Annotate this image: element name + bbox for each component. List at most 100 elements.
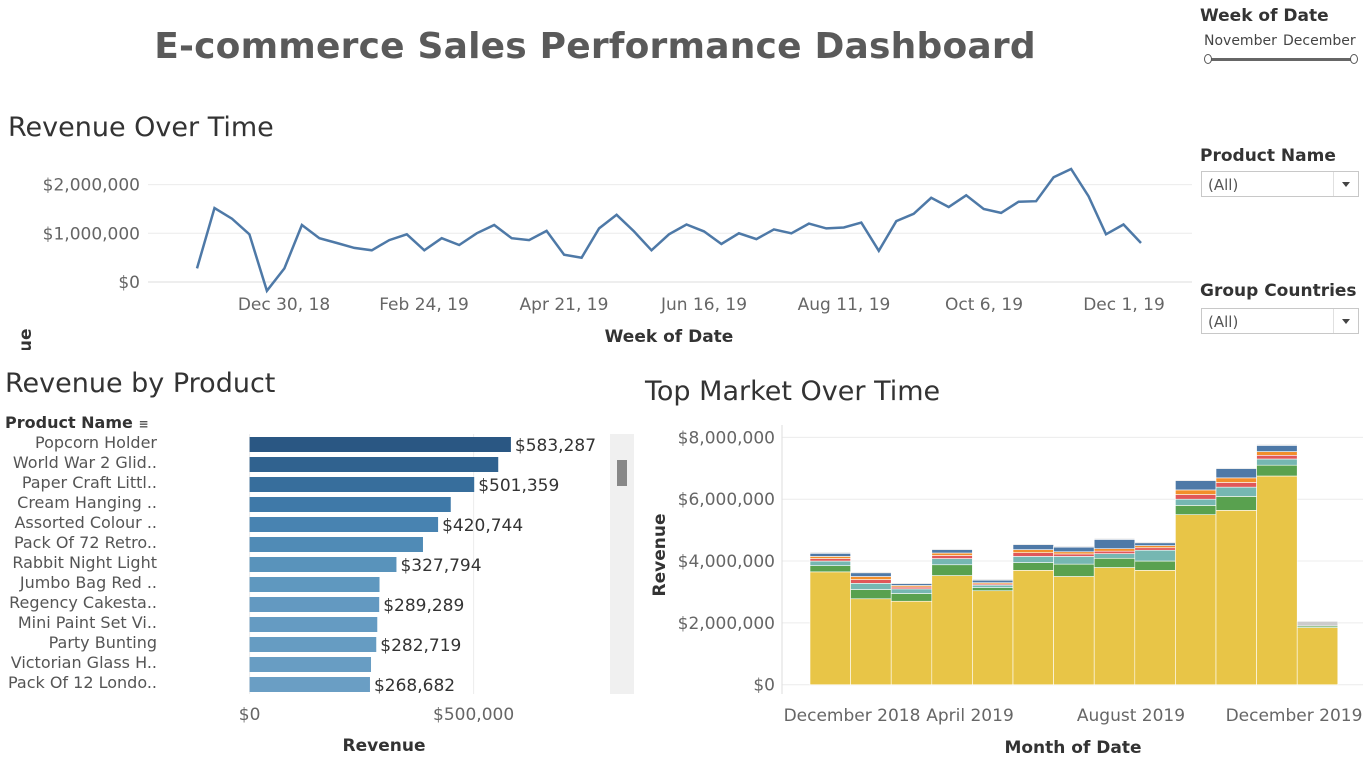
product-name-label[interactable]: Victorian Glass H.. (11, 653, 157, 672)
stack-bar-segment[interactable] (1012, 544, 1054, 550)
stack-bar-segment[interactable] (1215, 468, 1257, 479)
slider-end-handle[interactable] (1350, 54, 1358, 64)
product-bar[interactable] (249, 557, 397, 572)
stack-bar-segment[interactable] (1215, 467, 1257, 469)
stack-bar-segment[interactable] (1134, 542, 1176, 546)
stack-bar-segment[interactable] (890, 593, 933, 602)
stack-bar-segment[interactable] (931, 552, 973, 556)
product-bar[interactable] (249, 657, 372, 672)
product-bar[interactable] (249, 637, 377, 652)
stack-bar-segment[interactable] (1012, 552, 1054, 557)
stack-bar-segment[interactable] (1215, 510, 1257, 686)
revenue-over-time-chart[interactable]: $0 $1,000,000 $2,000,000 Dec 30, 18 Feb 24,… (0, 150, 1195, 350)
product-bar[interactable] (249, 517, 439, 532)
stack-bar-segment[interactable] (1215, 482, 1257, 488)
stack-bar-segment[interactable] (809, 552, 851, 554)
product-name-label[interactable]: Paper Craft Littl.. (22, 473, 157, 492)
stack-bar-segment[interactable] (972, 590, 1014, 686)
product-bar[interactable] (249, 457, 499, 472)
product-bar[interactable] (249, 597, 380, 612)
stack-bar-segment[interactable] (850, 571, 892, 574)
stack-bar-segment[interactable] (890, 582, 933, 584)
stack-bar-segment[interactable] (1012, 570, 1054, 686)
stack-bar-segment[interactable] (850, 589, 892, 600)
stack-bar-segment[interactable] (1093, 553, 1136, 559)
product-name-label[interactable]: Pack Of 12 Londo.. (8, 673, 157, 692)
stack-bar-segment[interactable] (1256, 444, 1298, 446)
product-bar[interactable] (249, 477, 475, 492)
product-name-label[interactable]: Rabbit Night Light (12, 553, 157, 572)
product-name-header[interactable]: Product Name ≡ (5, 413, 149, 432)
stack-bar-segment[interactable] (1256, 464, 1298, 477)
countries-filter-dropdown[interactable]: (All) (1201, 308, 1359, 334)
stack-bar-segment[interactable] (1012, 562, 1054, 571)
stack-bar-segment[interactable] (850, 598, 892, 686)
stack-bar-segment[interactable] (1093, 548, 1136, 552)
stack-bar-segment[interactable] (1175, 489, 1217, 495)
product-bar[interactable] (249, 437, 511, 452)
stack-bar-segment[interactable] (809, 553, 851, 557)
top-market-chart[interactable]: $0 $2,000,000 $4,000,000 $6,000,000 $8,000,0… (645, 420, 1365, 760)
week-range-slider[interactable] (1204, 54, 1358, 66)
stack-bar-segment[interactable] (1053, 563, 1095, 577)
stack-bar-segment[interactable] (1175, 505, 1217, 515)
stack-bar-segment[interactable] (1256, 455, 1298, 460)
stack-bar-segment[interactable] (972, 587, 1014, 592)
stack-bar-segment[interactable] (1296, 627, 1339, 686)
stack-bar-segment[interactable] (1256, 475, 1298, 686)
stack-bar-segment[interactable] (1296, 621, 1339, 627)
stack-bar-segment[interactable] (809, 556, 851, 559)
stack-bar-segment[interactable] (972, 579, 1014, 583)
stack-bar-segment[interactable] (972, 584, 1014, 588)
stack-bar-segment[interactable] (1134, 549, 1176, 562)
stack-bar-segment[interactable] (1053, 545, 1095, 548)
product-name-label[interactable]: Jumbo Bag Red .. (20, 573, 157, 592)
scrollbar-thumb[interactable] (617, 460, 627, 486)
stack-bar-segment[interactable] (1093, 538, 1136, 540)
stack-bar-segment[interactable] (850, 576, 892, 580)
stack-bar-segment[interactable] (890, 588, 933, 594)
product-bar[interactable] (249, 677, 370, 692)
product-name-label[interactable]: Popcorn Holder (35, 433, 157, 452)
stack-bar-segment[interactable] (1053, 553, 1095, 557)
stack-bar-segment[interactable] (1256, 458, 1298, 466)
stack-bar-segment[interactable] (1215, 486, 1257, 497)
stack-bar-segment[interactable] (931, 558, 973, 566)
stack-bar-segment[interactable] (1175, 494, 1217, 500)
stack-bar-segment[interactable] (1134, 547, 1176, 551)
stack-bar-segment[interactable] (890, 600, 933, 686)
product-name-label[interactable]: Cream Hanging .. (17, 493, 157, 512)
stack-bar-segment[interactable] (1053, 551, 1095, 555)
stack-bar-segment[interactable] (1134, 545, 1176, 549)
product-list-scrollbar[interactable] (610, 434, 634, 694)
stack-bar-segment[interactable] (850, 583, 892, 590)
stack-bar-segment[interactable] (1215, 496, 1257, 511)
stack-bar-segment[interactable] (850, 572, 892, 577)
stack-bar-segment[interactable] (1093, 550, 1136, 554)
stack-bar-segment[interactable] (1175, 498, 1217, 506)
stack-bar-segment[interactable] (1012, 549, 1054, 553)
stack-bar-segment[interactable] (809, 558, 851, 562)
product-name-label[interactable]: Mini Paint Set Vi.. (18, 613, 157, 632)
stack-bar-segment[interactable] (1012, 556, 1054, 563)
stack-bar-segment[interactable] (1134, 560, 1176, 571)
stack-bar-segment[interactable] (1256, 445, 1298, 452)
stack-bar-segment[interactable] (1134, 541, 1176, 544)
stack-bar-segment[interactable] (931, 564, 973, 576)
stack-bar-segment[interactable] (1093, 539, 1136, 549)
product-name-label[interactable]: Assorted Colour .. (14, 513, 157, 532)
product-bar[interactable] (249, 577, 380, 592)
stack-bar-segment[interactable] (1093, 567, 1136, 686)
stack-bar-segment[interactable] (1175, 514, 1217, 686)
stack-bar-segment[interactable] (1012, 543, 1054, 545)
chevron-down-icon[interactable] (1333, 309, 1358, 333)
stack-bar-segment[interactable] (931, 555, 973, 559)
stack-bar-segment[interactable] (1053, 546, 1095, 553)
product-bar[interactable] (249, 617, 378, 632)
stack-bar-segment[interactable] (850, 579, 892, 584)
product-name-label[interactable]: World War 2 Glid.. (13, 453, 157, 472)
stack-bar-segment[interactable] (1256, 451, 1298, 456)
stack-bar-segment[interactable] (1053, 576, 1095, 686)
sort-icon[interactable]: ≡ (138, 417, 148, 431)
product-name-label[interactable]: Pack Of 72 Retro.. (14, 533, 157, 552)
